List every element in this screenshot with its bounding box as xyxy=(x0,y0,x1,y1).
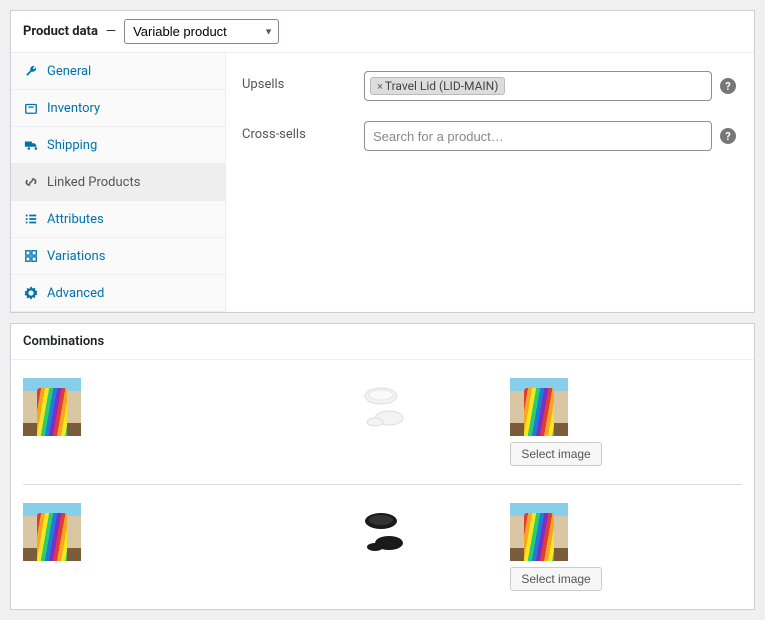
combination-row: Select image xyxy=(23,360,742,485)
primary-product-thumb[interactable] xyxy=(23,503,81,561)
list-icon xyxy=(23,211,39,227)
tab-label: Shipping xyxy=(47,138,97,153)
tab-label: Attributes xyxy=(47,212,104,227)
result-product-thumb[interactable] xyxy=(510,503,568,561)
product-data-header: Product data — Variable product ▼ xyxy=(11,11,754,53)
variant-lid-thumb[interactable] xyxy=(353,503,413,561)
combinations-title: Combinations xyxy=(11,324,754,360)
truck-icon xyxy=(23,137,39,153)
upsells-label: Upsells xyxy=(242,71,352,92)
tab-advanced[interactable]: Advanced xyxy=(11,275,225,312)
primary-product-thumb[interactable] xyxy=(23,378,81,436)
title-dash: — xyxy=(106,24,116,39)
combo-col-primary xyxy=(23,378,255,436)
select-image-button[interactable]: Select image xyxy=(510,567,601,591)
combo-col-variant xyxy=(267,378,499,436)
cross-sells-label: Cross-sells xyxy=(242,121,352,142)
remove-tag-icon[interactable]: × xyxy=(377,80,383,93)
tab-label: Inventory xyxy=(47,101,100,116)
link-icon xyxy=(23,174,39,190)
tab-label: General xyxy=(47,64,91,79)
tab-label: Variations xyxy=(47,249,105,264)
tab-general[interactable]: General xyxy=(11,53,225,90)
combo-col-variant xyxy=(267,503,499,561)
product-data-body: General Inventory Shipping xyxy=(11,53,754,312)
product-data-tabs: General Inventory Shipping xyxy=(11,53,226,312)
help-icon[interactable]: ? xyxy=(720,128,736,144)
combo-col-primary xyxy=(23,503,255,561)
combo-col-result: Select image xyxy=(510,378,742,466)
upsells-row: Upsells × Travel Lid (LID-MAIN) ? xyxy=(242,71,736,101)
upsell-tag[interactable]: × Travel Lid (LID-MAIN) xyxy=(370,77,505,95)
upsells-input[interactable]: × Travel Lid (LID-MAIN) xyxy=(364,71,712,101)
select-image-button[interactable]: Select image xyxy=(510,442,601,466)
inventory-icon xyxy=(23,100,39,116)
wrench-icon xyxy=(23,63,39,79)
tab-label: Advanced xyxy=(47,286,104,301)
upsells-field-wrap: × Travel Lid (LID-MAIN) ? xyxy=(364,71,736,101)
variant-lid-thumb[interactable] xyxy=(353,378,413,436)
tab-shipping[interactable]: Shipping xyxy=(11,127,225,164)
cross-sells-input[interactable] xyxy=(364,121,712,151)
upsell-tag-label: Travel Lid (LID-MAIN) xyxy=(385,79,499,93)
tab-label: Linked Products xyxy=(47,175,140,190)
panel-title: Product data xyxy=(23,24,98,39)
product-type-select-wrap: Variable product ▼ xyxy=(124,19,279,44)
cross-sells-field-wrap: ? xyxy=(364,121,736,151)
product-data-panel: Product data — Variable product ▼ Genera… xyxy=(10,10,755,313)
combinations-rows: Select image Select image xyxy=(11,360,754,609)
linked-products-content: Upsells × Travel Lid (LID-MAIN) ? Cross-… xyxy=(226,53,754,312)
combo-col-result: Select image xyxy=(510,503,742,591)
combinations-panel: Combinations Select image xyxy=(10,323,755,610)
tab-attributes[interactable]: Attributes xyxy=(11,201,225,238)
product-type-select[interactable]: Variable product xyxy=(124,19,279,44)
help-icon[interactable]: ? xyxy=(720,78,736,94)
cross-sells-row: Cross-sells ? xyxy=(242,121,736,151)
tab-inventory[interactable]: Inventory xyxy=(11,90,225,127)
combination-row: Select image xyxy=(23,485,742,609)
grid-icon xyxy=(23,248,39,264)
gear-icon xyxy=(23,285,39,301)
tab-variations[interactable]: Variations xyxy=(11,238,225,275)
tab-linked-products[interactable]: Linked Products xyxy=(11,164,225,201)
result-product-thumb[interactable] xyxy=(510,378,568,436)
